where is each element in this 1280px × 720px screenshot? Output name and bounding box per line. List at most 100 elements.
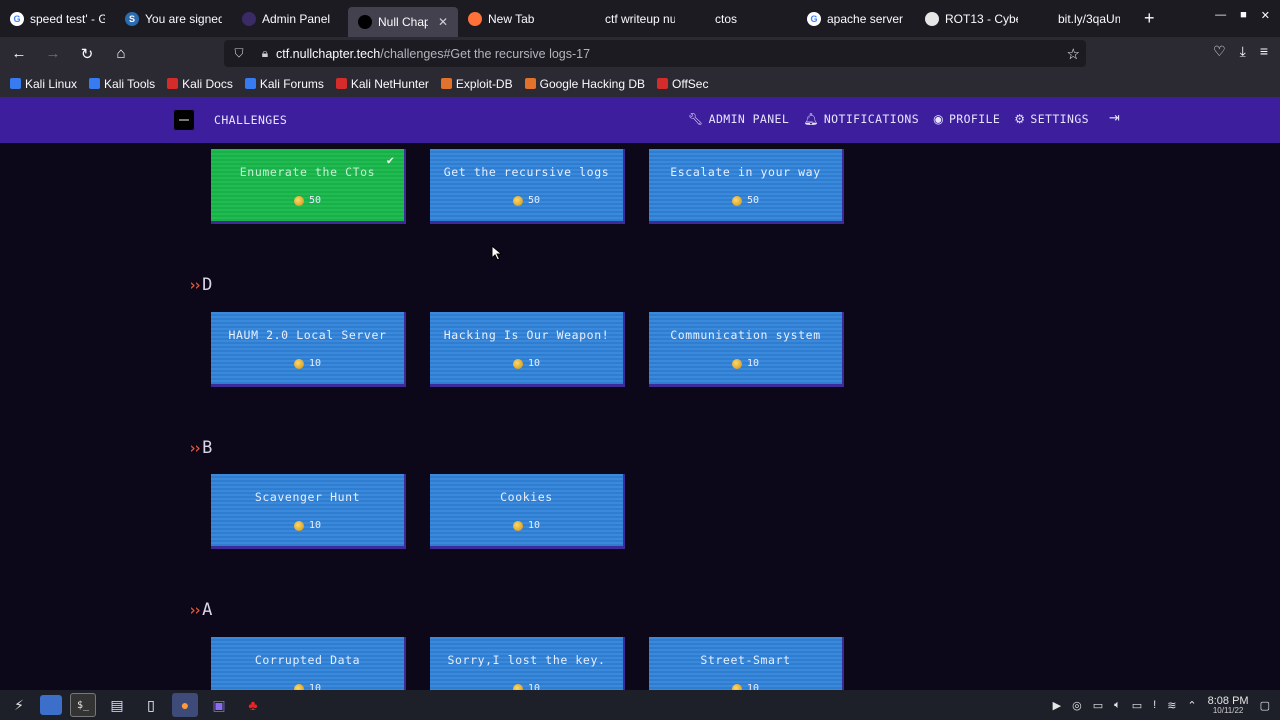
nav-admin-panel[interactable]: 🔧︎ ADMIN PANEL: [688, 112, 789, 126]
reload-button[interactable]: ↻: [72, 39, 102, 69]
lock-icon[interactable]: 🔒︎: [254, 46, 276, 61]
challenge-card[interactable]: Corrupted Data 10: [211, 637, 406, 690]
bookmark-item[interactable]: Kali Docs: [167, 77, 233, 91]
coin-icon: [512, 520, 523, 531]
chevrons-icon: ››: [188, 276, 202, 294]
points-value: 10: [746, 683, 760, 690]
bookmark-label: Kali Tools: [104, 76, 156, 91]
site-logo[interactable]: [174, 110, 194, 130]
nav-notifications[interactable]: 🔔︎ NOTIFICATIONS: [803, 112, 919, 126]
browser-tab[interactable]: ctf writeup null2 -: [575, 0, 685, 37]
clock[interactable]: 8:08 PM 10/11/22: [1208, 695, 1249, 715]
url-bar[interactable]: ⛉ 🔒︎ ctf.nullchapter.tech/challenges#Get…: [224, 40, 1086, 67]
bookmark-item[interactable]: Kali NetHunter: [335, 77, 429, 91]
challenge-card[interactable]: Street-Smart 10: [649, 637, 844, 690]
wifi-icon[interactable]: ≋: [1167, 699, 1176, 712]
downloads-icon[interactable]: ⤓: [1240, 43, 1246, 60]
browser-tab[interactable]: Admin Panel: [232, 0, 348, 37]
tray-expand-icon[interactable]: ⌃: [1187, 699, 1196, 712]
bookmark-item[interactable]: Google Hacking DB: [524, 76, 645, 91]
bookmark-item[interactable]: Kali Tools: [89, 77, 155, 91]
forward-button[interactable]: →: [38, 39, 68, 69]
maximize-icon[interactable]: ■: [1240, 9, 1247, 22]
challenge-card[interactable]: Enumerate the CTos 50 ✔: [211, 149, 406, 224]
cherrytree-icon[interactable]: ♣: [240, 693, 266, 717]
tab-title: You are signed: [145, 11, 222, 26]
browser-tab[interactable]: Null Chapter ✕: [348, 7, 458, 37]
notification-icon[interactable]: !: [1153, 699, 1156, 711]
challenge-card[interactable]: Get the recursive logs 50: [430, 149, 625, 224]
challenge-card[interactable]: Sorry,I lost the key. 10: [430, 637, 625, 690]
tab-favicon-icon: S: [125, 11, 139, 26]
camera-icon[interactable]: ▶: [1053, 699, 1061, 712]
wrench-icon: 🔧︎: [688, 111, 704, 126]
workspace-icon[interactable]: [40, 695, 62, 715]
points-value: 10: [746, 358, 760, 369]
window-controls: — ■ ✕: [1215, 9, 1270, 22]
tab-favicon-icon: [925, 11, 939, 26]
vpn-icon[interactable]: ◎: [1072, 699, 1082, 712]
text-editor-icon[interactable]: ▯: [138, 693, 164, 717]
pocket-icon[interactable]: ♡: [1213, 43, 1226, 60]
challenge-points: 50: [430, 195, 623, 206]
challenge-name: Scavenger Hunt: [254, 490, 361, 504]
logout-icon[interactable]: ⇥: [1109, 111, 1120, 126]
nav-settings-label: SETTINGS: [1030, 111, 1089, 126]
browser-tab[interactable]: S You are signed: [115, 0, 232, 37]
volume-icon[interactable]: 🔈︎: [1114, 699, 1121, 712]
points-value: 10: [308, 683, 322, 690]
points-value: 10: [308, 520, 322, 531]
challenge-name: Escalate in your way: [670, 165, 821, 179]
challenge-points: 10: [649, 683, 842, 690]
bookmark-item[interactable]: Kali Linux: [10, 77, 77, 91]
browser-tab[interactable]: bit.ly/3qaUmxy: [1028, 0, 1130, 37]
firefox-icon[interactable]: ●: [172, 693, 198, 717]
gears-icon: ⚙: [1014, 111, 1026, 126]
url-host: ctf.nullchapter.tech: [276, 46, 381, 61]
menu-icon[interactable]: ≡: [1260, 43, 1268, 60]
category-name: A: [202, 600, 213, 620]
bookmark-favicon-icon: [244, 78, 256, 89]
bookmark-item[interactable]: OffSec: [657, 77, 708, 91]
browser-tab[interactable]: ROT13 - CyberC: [915, 0, 1028, 37]
file-manager-icon[interactable]: ▤: [104, 693, 130, 717]
challenge-card[interactable]: HAUM 2.0 Local Server 10: [211, 312, 406, 387]
bookmark-star-icon[interactable]: ☆: [1067, 45, 1080, 63]
bookmark-item[interactable]: Exploit-DB: [440, 77, 513, 91]
nav-profile[interactable]: ◉ PROFILE: [933, 112, 1000, 126]
new-tab-button[interactable]: +: [1130, 8, 1169, 29]
browser-tab[interactable]: ctos: [685, 0, 797, 37]
challenge-points: 10: [211, 358, 404, 369]
shield-icon[interactable]: ⛉: [228, 46, 250, 61]
chevrons-icon: ››: [188, 439, 202, 457]
challenge-card[interactable]: Communication system 10: [649, 312, 844, 387]
home-button[interactable]: ⌂: [106, 39, 136, 69]
show-desktop-icon[interactable]: ▢: [1260, 699, 1270, 712]
browser-tab[interactable]: Gapache server: [797, 0, 915, 37]
challenge-card[interactable]: Scavenger Hunt 10: [211, 474, 406, 549]
bookmark-favicon-icon: [524, 78, 536, 89]
bookmark-item[interactable]: Kali Forums: [244, 77, 324, 91]
challenge-card[interactable]: Hacking Is Our Weapon! 10: [430, 312, 625, 387]
battery-icon[interactable]: ▭: [1132, 699, 1142, 712]
screen-recorder-icon[interactable]: ▣: [206, 693, 232, 717]
points-value: 50: [308, 195, 322, 206]
kali-menu-icon[interactable]: ⚡︎: [6, 693, 32, 717]
nav-profile-label: PROFILE: [948, 111, 1001, 126]
clipboard-icon[interactable]: ▭: [1093, 699, 1103, 712]
navigation-bar: ← → ↻ ⌂ ⛉ 🔒︎ ctf.nullchapter.tech/challe…: [0, 37, 1280, 70]
browser-tab[interactable]: New Tab: [458, 0, 575, 37]
nav-challenges[interactable]: CHALLENGES: [214, 113, 287, 127]
bookmark-label: Google Hacking DB: [539, 76, 645, 91]
minimize-icon[interactable]: —: [1215, 9, 1226, 22]
challenge-card[interactable]: Escalate in your way 50: [649, 149, 844, 224]
nav-admin-label: ADMIN PANEL: [708, 111, 790, 126]
nav-settings[interactable]: ⚙ SETTINGS: [1014, 112, 1089, 126]
browser-tab[interactable]: Gspeed test' - Go: [0, 0, 115, 37]
close-window-icon[interactable]: ✕: [1261, 9, 1270, 22]
challenge-points: 10: [211, 683, 404, 690]
tab-close-icon[interactable]: ✕: [438, 15, 448, 29]
back-button[interactable]: ←: [4, 39, 34, 69]
terminal-icon[interactable]: $_: [70, 693, 96, 717]
challenge-card[interactable]: Cookies 10: [430, 474, 625, 549]
